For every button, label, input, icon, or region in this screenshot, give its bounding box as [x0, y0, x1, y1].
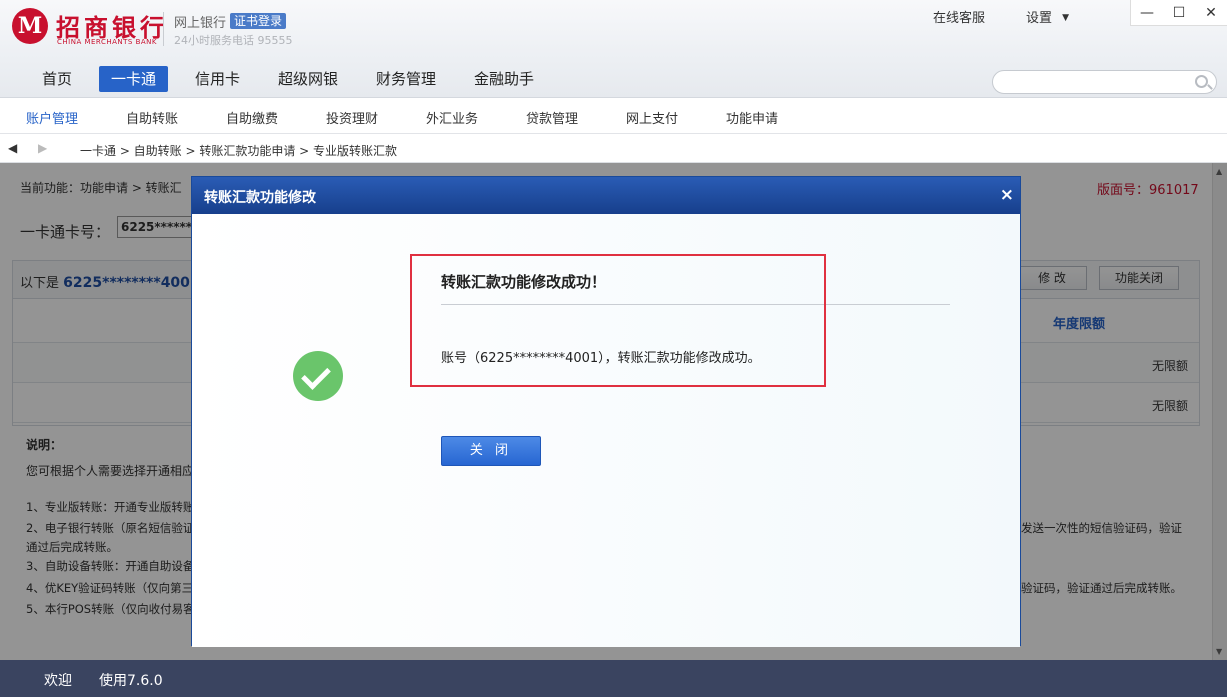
dialog-header: 转账汇款功能修改 ×: [192, 177, 1020, 214]
sub-nav: 账户管理 自助转账 自助缴费 投资理财 外汇业务 贷款管理 网上支付 功能申请: [0, 98, 1227, 134]
subnav-online-pay[interactable]: 网上支付: [626, 108, 678, 127]
header-divider: [163, 12, 164, 46]
window-controls: — ☐ ✕: [1130, 0, 1227, 26]
dialog-close-button[interactable]: 关 闭: [441, 436, 541, 466]
cert-login-badge: 证书登录: [230, 13, 287, 29]
close-window-button[interactable]: ✕: [1195, 0, 1227, 26]
subnav-investment[interactable]: 投资理财: [326, 108, 378, 127]
online-service-link[interactable]: 在线客服: [933, 7, 985, 26]
product-label: 网上银行: [174, 16, 227, 31]
nav-finance[interactable]: 财务管理: [364, 66, 448, 92]
subnav-account-mgmt[interactable]: 账户管理: [26, 108, 78, 127]
subnav-forex[interactable]: 外汇业务: [426, 108, 478, 127]
subnav-self-payment[interactable]: 自助缴费: [226, 108, 278, 127]
nav-super-ebank[interactable]: 超级网银: [266, 66, 350, 92]
settings-menu[interactable]: 设置 ▼: [1026, 7, 1069, 26]
success-check-icon: [293, 351, 343, 401]
bank-logo-icon: M: [12, 8, 48, 44]
dialog-body: 转账汇款功能修改成功！ 账号（6225********4001），转账汇款功能修…: [192, 214, 1020, 647]
highlight-box: [410, 254, 826, 387]
nav-assistant[interactable]: 金融助手: [462, 66, 546, 92]
nav-one-card[interactable]: 一卡通: [99, 66, 169, 92]
title-bar: M 招商银行 CHINA MERCHANTS BANK 网上银行 证书登录 24…: [0, 0, 1227, 60]
forward-arrow-icon[interactable]: ▶: [38, 141, 47, 155]
subnav-self-transfer[interactable]: 自助转账: [126, 108, 178, 127]
welcome-text: 欢迎: [44, 673, 72, 689]
minimize-button[interactable]: —: [1131, 0, 1163, 26]
chevron-down-icon: ▼: [1062, 13, 1070, 23]
breadcrumb-bar: ◀ ▶ 一卡通 > 自助转账 > 转账汇款功能申请 > 专业版转账汇款: [0, 135, 1227, 163]
nav-home[interactable]: 首页: [30, 66, 84, 92]
maximize-button[interactable]: ☐: [1163, 0, 1195, 26]
back-arrow-icon[interactable]: ◀: [8, 141, 17, 155]
subnav-loan[interactable]: 贷款管理: [526, 108, 578, 127]
bank-name-en: CHINA MERCHANTS BANK: [57, 38, 157, 46]
nav-credit-card[interactable]: 信用卡: [183, 66, 252, 92]
modify-success-dialog: 转账汇款功能修改 × 转账汇款功能修改成功！ 账号（6225********40…: [191, 176, 1021, 647]
search-icon[interactable]: [1195, 75, 1208, 88]
dialog-title: 转账汇款功能修改: [204, 190, 316, 206]
main-nav: 首页 一卡通 信用卡 超级网银 财务管理 金融助手: [0, 60, 1227, 98]
close-icon[interactable]: ×: [1000, 185, 1014, 205]
status-bar: 欢迎 使用7.6.0: [0, 660, 1227, 697]
logo-glyph: M: [17, 13, 43, 39]
settings-label: 设置: [1026, 11, 1053, 26]
breadcrumb: 一卡通 > 自助转账 > 转账汇款功能申请 > 专业版转账汇款: [80, 144, 398, 158]
search-input[interactable]: [992, 70, 1217, 94]
subnav-function-apply[interactable]: 功能申请: [726, 108, 778, 127]
hotline-text: 24小时服务电话 95555: [174, 34, 293, 47]
version-text: 使用7.6.0: [99, 673, 163, 689]
